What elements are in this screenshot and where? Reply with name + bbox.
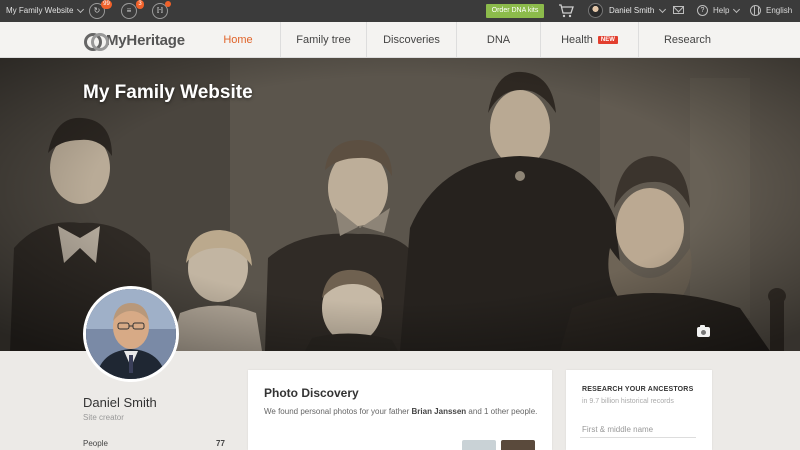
language-selector[interactable]: English — [750, 5, 792, 16]
help-menu[interactable]: ? Help — [697, 5, 741, 16]
language-label: English — [766, 6, 793, 15]
nav-item-home[interactable]: Home — [196, 22, 280, 58]
site-selector[interactable]: My Family Website — [6, 5, 85, 15]
matches-icon[interactable]: ℍ — [152, 1, 171, 19]
card-description: We found personal photos for your father… — [264, 405, 539, 418]
avatar — [588, 3, 603, 18]
nav-menu: Home Family tree Discoveries DNA Health … — [196, 22, 736, 58]
page-title: My Family Website — [83, 82, 253, 103]
chevron-down-icon — [659, 5, 667, 13]
activity-icon[interactable]: ↻ 99 — [89, 0, 112, 19]
help-label: Help — [713, 6, 730, 15]
globe-icon — [750, 5, 761, 16]
cart-icon[interactable] — [558, 4, 574, 18]
nav-item-label: Family tree — [296, 34, 351, 46]
inbox-icon[interactable]: ≡ 3 — [121, 0, 144, 19]
matches-badge-dot — [165, 1, 171, 7]
activity-glyph: ↻ — [93, 6, 101, 15]
inbox-badge: 3 — [136, 0, 144, 9]
profile-role: Site creator — [83, 413, 124, 422]
profile-name: Daniel Smith — [83, 395, 157, 410]
stat-people-label[interactable]: People — [83, 439, 108, 448]
nav-item-label: Health — [561, 34, 593, 46]
photo-discovery-card[interactable]: Photo Discovery We found personal photos… — [248, 370, 552, 450]
profile-photo[interactable] — [83, 286, 179, 382]
research-subtitle: in 9.7 billion historical records — [582, 398, 674, 405]
research-title: RESEARCH YOUR ANCESTORS — [582, 386, 694, 393]
nav-item-label: Home — [223, 34, 253, 46]
main-nav: MyHeritage Home Family tree Discoveries … — [0, 22, 800, 58]
chevron-down-icon — [733, 5, 741, 13]
nav-item-discoveries[interactable]: Discoveries — [366, 22, 456, 58]
profile-photo-image — [86, 289, 176, 379]
top-bar: My Family Website ↻ 99 ≡ 3 ℍ Order DNA k… — [0, 0, 800, 22]
desc-text-before: We found personal photos for your father — [264, 407, 412, 416]
nav-item-health[interactable]: Health NEW — [540, 22, 638, 58]
nav-item-research[interactable]: Research — [638, 22, 736, 58]
father-name-link[interactable]: Brian Janssen — [412, 407, 467, 416]
activity-badge: 99 — [101, 0, 112, 9]
myheritage-logo[interactable]: MyHeritage — [84, 31, 185, 51]
research-ancestors-card: RESEARCH YOUR ANCESTORS in 9.7 billion h… — [566, 370, 712, 450]
camera-icon[interactable] — [697, 325, 710, 337]
help-icon: ? — [697, 5, 708, 16]
nav-item-dna[interactable]: DNA — [456, 22, 540, 58]
order-dna-button[interactable]: Order DNA kits — [486, 4, 544, 18]
desc-text-after: and 1 other people. — [466, 407, 538, 416]
nav-item-label: Discoveries — [383, 34, 440, 46]
stat-people-count: 77 — [216, 439, 225, 448]
site-name: My Family Website — [6, 6, 74, 15]
chevron-down-icon — [77, 5, 85, 13]
user-name: Daniel Smith — [609, 6, 655, 15]
matches-glyph: ℍ — [156, 6, 164, 15]
photo-thumbnail[interactable] — [462, 440, 496, 450]
first-name-input[interactable] — [580, 422, 696, 438]
mail-icon[interactable] — [673, 6, 684, 14]
nav-item-label: DNA — [486, 34, 511, 46]
user-menu[interactable]: Daniel Smith — [588, 3, 667, 18]
logo-icon — [84, 31, 109, 51]
photo-thumbnail[interactable] — [501, 440, 535, 450]
new-badge: NEW — [597, 36, 618, 44]
card-title: Photo Discovery — [264, 386, 359, 400]
inbox-glyph: ≡ — [126, 6, 132, 15]
logo-text: MyHeritage — [106, 31, 185, 49]
nav-item-label: Research — [663, 34, 712, 46]
nav-item-family-tree[interactable]: Family tree — [280, 22, 366, 58]
